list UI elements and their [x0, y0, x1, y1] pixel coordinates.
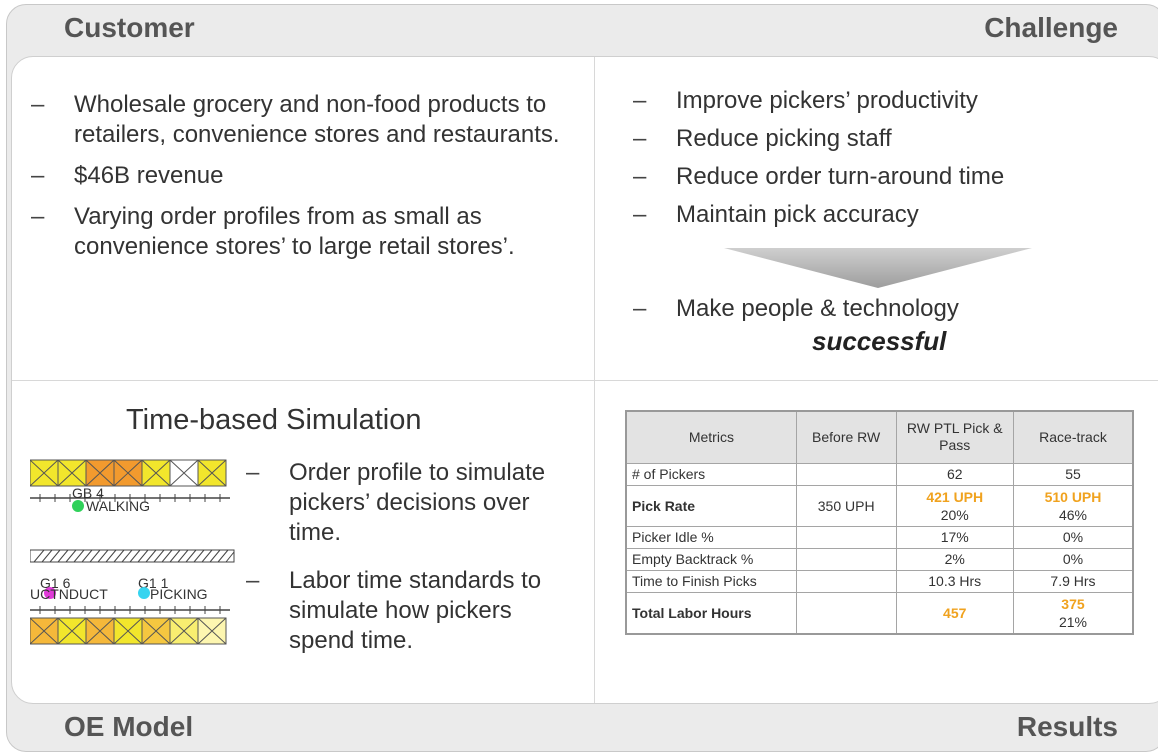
- metric-cell: Picker Idle %: [625, 525, 797, 549]
- column-header: Before RW: [795, 410, 897, 464]
- race-value: 375: [1061, 595, 1085, 612]
- horizontal-divider: [12, 380, 1158, 381]
- race-cell: 55: [1012, 462, 1134, 486]
- race-cell: 0%: [1012, 547, 1134, 571]
- challenge-bullet: Reduce order turn-around time: [633, 162, 1133, 192]
- customer-bullet: Wholesale grocery and non-food products …: [31, 90, 591, 150]
- table-row: # of Pickers 62 55: [625, 462, 1134, 486]
- before-cell: [795, 547, 897, 571]
- table-header-row: Metrics Before RW RW PTL Pick & Pass Rac…: [625, 410, 1134, 464]
- ptl-cell: 10.3 Hrs: [895, 569, 1014, 593]
- race-cell: 375 21%: [1012, 591, 1134, 634]
- challenge-bullet: Maintain pick accuracy: [633, 200, 1133, 230]
- successful-emphasis: successful: [812, 326, 947, 356]
- results-heading: Results: [1016, 711, 1118, 742]
- metric-cell: Time to Finish Picks: [625, 569, 797, 593]
- column-header: Metrics: [625, 410, 797, 464]
- results-table: Metrics Before RW RW PTL Pick & Pass Rac…: [625, 410, 1134, 635]
- column-header: Race-track: [1012, 410, 1134, 464]
- table-row: Pick Rate 350 UPH 421 UPH 20% 510 UPH 46…: [625, 484, 1134, 527]
- challenge-bullet: Reduce picking staff: [633, 124, 1133, 154]
- race-change: 21%: [1058, 613, 1087, 630]
- ptl-cell: 17%: [895, 525, 1014, 549]
- challenge-result: Make people & technology: [633, 294, 1133, 324]
- before-cell: [795, 462, 897, 486]
- table-row: Picker Idle % 17% 0%: [625, 525, 1134, 549]
- ptl-value: 457: [943, 604, 967, 621]
- race-value: 510 UPH: [1044, 488, 1102, 505]
- ptl-cell: 2%: [895, 547, 1014, 571]
- oe-model-list: Order profile to simulate pickers’ decis…: [246, 458, 576, 674]
- sim-bottom-cells: [30, 617, 227, 645]
- sim-label-conduct: UCTNDUCT: [30, 586, 108, 602]
- ptl-cell: 62: [895, 462, 1014, 486]
- race-cell: 510 UPH 46%: [1012, 484, 1134, 527]
- ptl-change: 20%: [940, 506, 969, 523]
- simulation-graphic: GB 4 WALKING G1 6 G1 1 UCTNDUCT PICKING: [30, 459, 235, 645]
- column-header: RW PTL Pick & Pass: [895, 410, 1014, 464]
- customer-bullet: $46B revenue: [31, 161, 591, 191]
- oe-model-heading: OE Model: [64, 711, 194, 742]
- down-arrow-icon: [724, 248, 1032, 288]
- ptl-cell: 421 UPH 20%: [895, 484, 1014, 527]
- before-cell: 350 UPH: [795, 484, 897, 527]
- metric-cell: Empty Backtrack %: [625, 547, 797, 571]
- race-change: 46%: [1058, 506, 1087, 523]
- picker-dot-cyan: [138, 587, 150, 599]
- customer-list: Wholesale grocery and non-food products …: [31, 90, 591, 273]
- oe-model-bullet: Order profile to simulate pickers’ decis…: [246, 458, 576, 548]
- sim-top-cells: [30, 459, 227, 487]
- customer-bullet: Varying order profiles from as small as …: [31, 202, 591, 262]
- before-cell: [795, 591, 897, 634]
- metric-cell: Pick Rate: [625, 484, 797, 527]
- challenge-heading: Challenge: [984, 12, 1118, 43]
- ptl-value: 421 UPH: [926, 488, 984, 505]
- challenge-bullet: Improve pickers’ productivity: [633, 86, 1133, 116]
- before-cell: [795, 569, 897, 593]
- metric-cell: # of Pickers: [625, 462, 797, 486]
- sim-label-walking: WALKING: [86, 498, 150, 514]
- race-cell: 0%: [1012, 525, 1134, 549]
- simulation-title: Time-based Simulation: [126, 404, 422, 436]
- sim-label-picking: PICKING: [150, 586, 208, 602]
- before-cell: [795, 525, 897, 549]
- oe-model-bullet: Labor time standards to simulate how pic…: [246, 566, 576, 656]
- table-row: Time to Finish Picks 10.3 Hrs 7.9 Hrs: [625, 569, 1134, 593]
- table-row: Empty Backtrack % 2% 0%: [625, 547, 1134, 571]
- challenge-list: Improve pickers’ productivity Reduce pic…: [633, 86, 1133, 238]
- picker-dot-green: [72, 500, 84, 512]
- ptl-cell: 457: [895, 591, 1014, 634]
- metric-cell: Total Labor Hours: [625, 591, 797, 634]
- table-row: Total Labor Hours 457 375 21%: [625, 591, 1134, 634]
- race-cell: 7.9 Hrs: [1012, 569, 1134, 593]
- customer-heading: Customer: [64, 12, 195, 43]
- challenge-result-list: Make people & technology: [633, 294, 1133, 324]
